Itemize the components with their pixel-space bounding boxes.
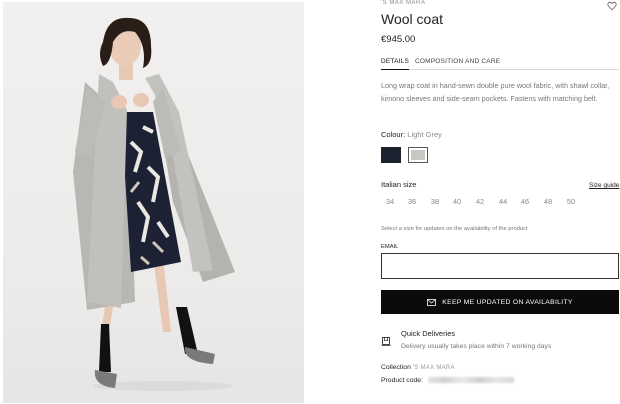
size-option[interactable]: 44 bbox=[494, 197, 512, 206]
size-option[interactable]: 36 bbox=[403, 197, 421, 206]
email-label: EMAIL bbox=[381, 244, 399, 250]
tab-composition-and-care[interactable]: COMPOSITION AND CARE bbox=[415, 58, 500, 65]
model-wearing-coat-image bbox=[73, 17, 235, 391]
tab-details[interactable]: DETAILS bbox=[381, 58, 410, 70]
size-guide-link[interactable]: Size guide bbox=[589, 182, 619, 189]
collection-value: 'S MAX MARA bbox=[412, 365, 455, 371]
size-option[interactable]: 50 bbox=[562, 197, 580, 206]
brand-name: 'S MAX MARA bbox=[381, 0, 426, 6]
size-option[interactable]: 42 bbox=[471, 197, 489, 206]
size-option[interactable]: 46 bbox=[516, 197, 534, 206]
size-option[interactable]: 48 bbox=[539, 197, 557, 206]
delivery-title: Quick Deliveries bbox=[401, 329, 456, 338]
product-price: €945.00 bbox=[381, 34, 416, 45]
keep-me-updated-button[interactable]: KEEP ME UPDATED ON AVAILABILITY bbox=[381, 290, 619, 314]
size-options: 34 36 38 40 42 44 46 48 50 bbox=[381, 197, 581, 209]
size-option[interactable]: 40 bbox=[448, 197, 466, 206]
size-option[interactable]: 38 bbox=[426, 197, 444, 206]
product-code-label: Product code: bbox=[381, 377, 423, 384]
size-option[interactable]: 34 bbox=[381, 197, 399, 206]
product-code-redacted bbox=[427, 377, 514, 384]
product-title: Wool coat bbox=[381, 11, 443, 27]
heart-icon[interactable] bbox=[607, 1, 617, 11]
collection-info: Collection 'S MAX MARA bbox=[381, 364, 455, 371]
availability-note: Select a size for updates on the availab… bbox=[381, 226, 528, 232]
delivery-box-icon bbox=[381, 337, 391, 346]
email-field[interactable] bbox=[381, 253, 619, 279]
delivery-text: Delivery usually takes place within 7 wo… bbox=[401, 343, 552, 350]
colour-label: Colour: Light Grey bbox=[381, 130, 442, 139]
product-code-info: Product code: bbox=[381, 377, 514, 384]
envelope-icon bbox=[427, 298, 437, 306]
colour-label-text: Colour: bbox=[381, 130, 406, 139]
colour-value: Light Grey bbox=[407, 130, 442, 139]
product-photo bbox=[3, 2, 304, 403]
size-label: Italian size bbox=[381, 180, 417, 189]
keep-me-updated-label: KEEP ME UPDATED ON AVAILABILITY bbox=[442, 298, 573, 306]
colour-swatch-light-grey[interactable] bbox=[408, 147, 428, 163]
product-details-panel: 'S MAX MARA Wool coat €945.00 DETAILS CO… bbox=[381, 0, 620, 404]
collection-label: Collection bbox=[381, 364, 411, 371]
product-info-tabs: DETAILS COMPOSITION AND CARE bbox=[381, 56, 619, 70]
product-description: Long wrap coat in hand-sewn double pure … bbox=[381, 81, 610, 103]
colour-swatch-navy[interactable] bbox=[381, 147, 401, 163]
